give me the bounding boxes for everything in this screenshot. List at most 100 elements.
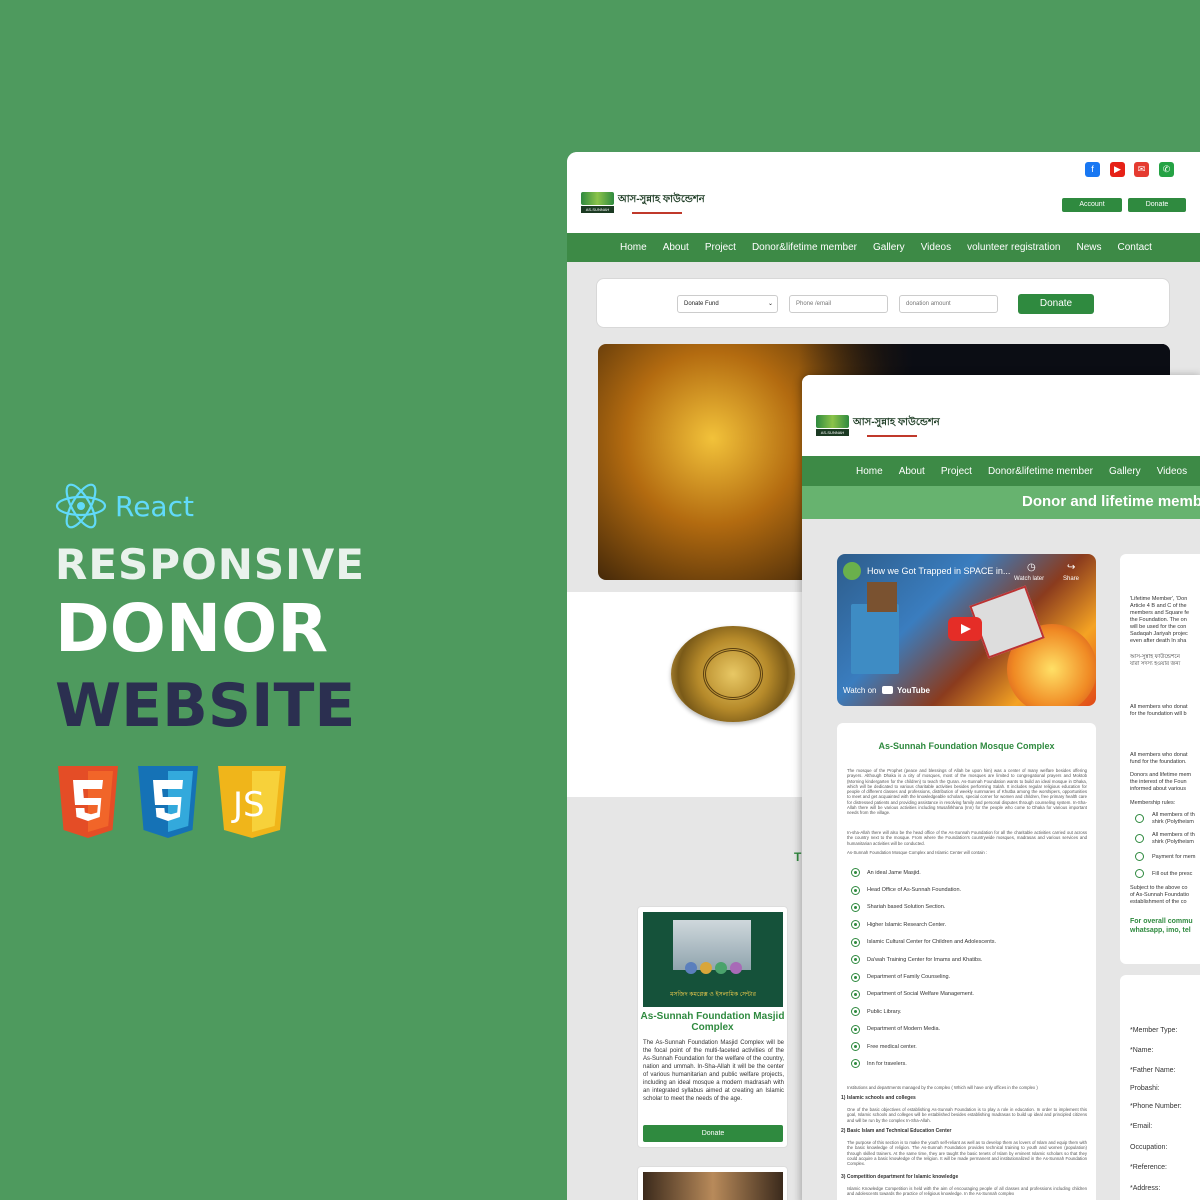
youtube-video-embed[interactable]: How we Got Trapped in SPACE in... ◷ Watc… [837, 554, 1096, 706]
check-circle-icon [1135, 834, 1144, 843]
check-circle-icon [851, 1059, 860, 1069]
info-text-bn: আস-সুন্নাহ ফাউন্ডেশনে [1130, 654, 1180, 660]
check-circle-icon [1135, 869, 1144, 878]
fund-select[interactable]: Donate Fund ⌄ [677, 295, 778, 313]
headline-website: WEBSITE [55, 671, 356, 741]
info-text-bn: যারা সদস্য হওয়ার জন্য [1130, 661, 1181, 667]
mosque-note: Institutions and departments managed by … [847, 1085, 1038, 1090]
watch-later-icon[interactable]: ◷ [1027, 562, 1036, 573]
nav-about[interactable]: About [663, 242, 689, 253]
donor-site-logo[interactable]: AS-SUNNAH আস-সুন্নাহ ফাউন্ডেশন [816, 415, 940, 437]
main-nav: Home About Project Donor&lifetime member… [567, 233, 1200, 262]
project-card-image: মসজিদ কমপ্লেক্স ও ইসলামিক সেন্টার [643, 912, 783, 1007]
info-text: members and Square fe [1130, 610, 1190, 616]
check-circle-icon [851, 902, 860, 912]
js-icon: JS [218, 766, 286, 838]
page-title: Donor and lifetime memb [1022, 493, 1200, 510]
rule-text: shirk (Polytheism [1152, 819, 1194, 825]
nav-gallery[interactable]: Gallery [1109, 466, 1141, 477]
info-text: the Foundation. The on [1130, 617, 1187, 623]
donor-nav: Home About Project Donor&lifetime member… [802, 456, 1200, 486]
logo-text: আস-সুন্নাহ ফাউন্ডেশন [618, 194, 705, 205]
membership-info-card: 'Lifetime Member', 'Don Article 4 B and … [1120, 554, 1200, 964]
site-logo[interactable]: AS-SUNNAH আস-সুন্নাহ ফাউন্ডেশন [581, 192, 705, 214]
info-text: 'Lifetime Member', 'Don [1130, 596, 1188, 602]
account-button[interactable]: Account [1062, 198, 1122, 212]
list-item: Free medical center. [851, 1038, 996, 1055]
video-title[interactable]: How we Got Trapped in SPACE in... [867, 566, 1010, 576]
css3-icon [138, 766, 198, 838]
nav-videos[interactable]: Videos [1157, 466, 1187, 477]
youtube-logo-icon [881, 686, 893, 694]
info-text: of As-Sunnah Foundatio [1130, 892, 1190, 898]
info-text: informed about various [1130, 786, 1186, 792]
nav-about[interactable]: About [899, 466, 925, 477]
nav-donor[interactable]: Donor&lifetime member [988, 466, 1093, 477]
logo-badge: AS-SUNNAH [581, 206, 614, 213]
donor-page-window: AS-SUNNAH আস-সুন্নাহ ফাউন্ডেশন Home Abou… [802, 375, 1200, 1200]
rule-text: Payment for mem [1152, 854, 1196, 860]
check-circle-icon [851, 972, 860, 982]
watch-on-youtube[interactable]: Watch on YouTube [843, 686, 930, 695]
section-heading: 2) Basic Islam and Technical Education C… [841, 1128, 952, 1134]
nav-home[interactable]: Home [620, 242, 647, 253]
nav-contact[interactable]: Contact [1118, 242, 1152, 253]
check-circle-icon [851, 955, 860, 965]
nav-videos[interactable]: Videos [921, 242, 951, 253]
list-item: Public Library. [851, 1003, 996, 1020]
donate-submit-button[interactable]: Donate [1018, 294, 1094, 314]
logo-badge: AS-SUNNAH [816, 429, 849, 436]
phone-email-input[interactable]: Phone /email [789, 295, 888, 313]
nav-news[interactable]: News [1076, 242, 1101, 253]
youtube-icon[interactable]: ▶ [1110, 162, 1125, 177]
phone-icon[interactable]: ✆ [1159, 162, 1174, 177]
nav-gallery[interactable]: Gallery [873, 242, 905, 253]
info-text: even after death In sha [1130, 638, 1187, 644]
check-circle-icon [1135, 814, 1144, 823]
nav-home[interactable]: Home [856, 466, 883, 477]
address-label: *Address: [1130, 1185, 1161, 1192]
project-card-2 [637, 1166, 788, 1200]
rule-text: Fill out the presc [1152, 871, 1193, 877]
occupation-label: Occupation: [1130, 1144, 1168, 1151]
rule-text: shirk (Polytheism [1152, 839, 1194, 845]
watch-on-label: Watch on [843, 686, 877, 695]
project-card-2-image [643, 1172, 783, 1200]
project-card-title: As-Sunnah Foundation Masjid Complex [640, 1011, 785, 1033]
info-text: establishment of the co [1130, 899, 1187, 905]
logo-mark-icon: AS-SUNNAH [581, 192, 614, 214]
project-card: মসজিদ কমপ্লেক্স ও ইসলামিক সেন্টার As-Sun… [637, 906, 788, 1148]
info-text: Article 4 B and C of the [1130, 603, 1187, 609]
play-button[interactable] [948, 617, 982, 641]
check-circle-icon [851, 868, 860, 878]
check-circle-icon [851, 1007, 860, 1017]
facebook-icon[interactable]: f [1085, 162, 1100, 177]
nav-volunteer[interactable]: volunteer registration [967, 242, 1060, 253]
rules-label: Membership rules: [1130, 800, 1176, 806]
section-text: The purpose of this section is to make t… [847, 1140, 1087, 1167]
video-thumbnail-figure [851, 604, 899, 674]
react-icon [55, 483, 107, 529]
share-label: Share [1063, 576, 1080, 582]
nav-donor[interactable]: Donor&lifetime member [752, 242, 857, 253]
info-text: Sadaqah Jariyah projec [1130, 631, 1188, 637]
list-item: Inn for travelers. [851, 1055, 996, 1072]
nav-project[interactable]: Project [705, 242, 736, 253]
section-heading: 1) Islamic schools and colleges [841, 1095, 916, 1101]
list-item: An ideal Jame Masjid. [851, 864, 996, 881]
info-text: Donors and lifetime mem [1130, 772, 1192, 778]
check-circle-icon [851, 937, 860, 947]
list-item: Higher Islamic Research Center. [851, 916, 996, 933]
rule-text: All members of th [1152, 832, 1195, 838]
list-item: Da'wah Training Center for Imams and Kha… [851, 951, 996, 968]
reference-label: *Reference: [1130, 1164, 1167, 1171]
rule-text: All members of th [1152, 812, 1195, 818]
nav-project[interactable]: Project [941, 466, 972, 477]
donate-header-button[interactable]: Donate [1128, 198, 1186, 212]
logo-tagline-bar [867, 435, 917, 437]
mosque-card-title: As-Sunnah Foundation Mosque Complex [878, 741, 1055, 751]
project-donate-button[interactable]: Donate [643, 1125, 783, 1142]
email-icon[interactable]: ✉ [1134, 162, 1149, 177]
amount-input[interactable]: donation amount [899, 295, 998, 313]
share-icon[interactable]: ↪ [1067, 562, 1075, 573]
